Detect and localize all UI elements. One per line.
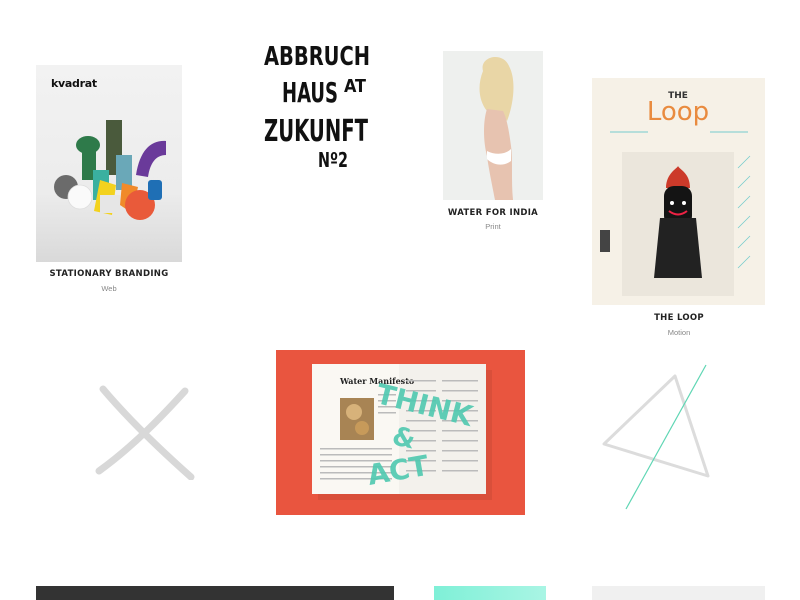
project-card-stationary-branding[interactable]: kvadrat STATIONARY BRANDING Web	[36, 65, 182, 295]
triangle-icon	[600, 362, 715, 512]
the-loop-cover: THE Loop	[600, 91, 751, 296]
project-card-abbruch-haus[interactable]: ABBRUCH HAUS AT ZUKUNFT Nº2	[258, 35, 376, 175]
the-loop-thumbnail[interactable]: THE Loop	[592, 78, 765, 305]
magazine-spread: Water Manifesto THINK & ACT	[312, 364, 492, 500]
think-and-act-thumbnail[interactable]: Water Manifesto THINK & ACT	[276, 350, 525, 515]
colorful-shapes-illustration	[54, 120, 166, 220]
abbruch-line-3: ZUKUNFT	[264, 114, 368, 149]
loop-title: Loop	[647, 97, 709, 127]
abbruch-line-2: HAUS	[282, 76, 338, 109]
project-card-bottom-dark[interactable]	[36, 586, 394, 600]
x-mark-icon	[95, 385, 195, 481]
abbruch-line-2b: AT	[344, 76, 366, 97]
project-card-bottom-light[interactable]	[592, 586, 765, 600]
project-card-the-loop[interactable]: THE Loop THE LOOP Motion	[592, 78, 765, 338]
project-card-think-and-act[interactable]: Water Manifesto THINK & ACT	[276, 350, 525, 515]
abbruch-line-1: ABBRUCH	[264, 42, 370, 72]
kvadrat-thumbnail[interactable]: kvadrat	[36, 65, 182, 262]
project-title: WATER FOR INDIA	[447, 208, 539, 218]
project-card-bottom-mint[interactable]	[434, 586, 546, 600]
project-card-water-for-india[interactable]: WATER FOR INDIA Print	[443, 51, 543, 236]
water-for-india-thumbnail[interactable]	[443, 51, 543, 200]
abbruch-haus-typography: ABBRUCH HAUS AT ZUKUNFT Nº2	[264, 42, 370, 172]
project-category: Motion	[667, 328, 691, 337]
project-title: THE LOOP	[654, 313, 704, 323]
project-title: STATIONARY BRANDING	[49, 269, 169, 279]
woman-photo	[479, 56, 514, 200]
project-category: Web	[101, 284, 117, 293]
abbruch-line-4: Nº2	[318, 148, 348, 172]
project-category: Print	[485, 222, 501, 231]
